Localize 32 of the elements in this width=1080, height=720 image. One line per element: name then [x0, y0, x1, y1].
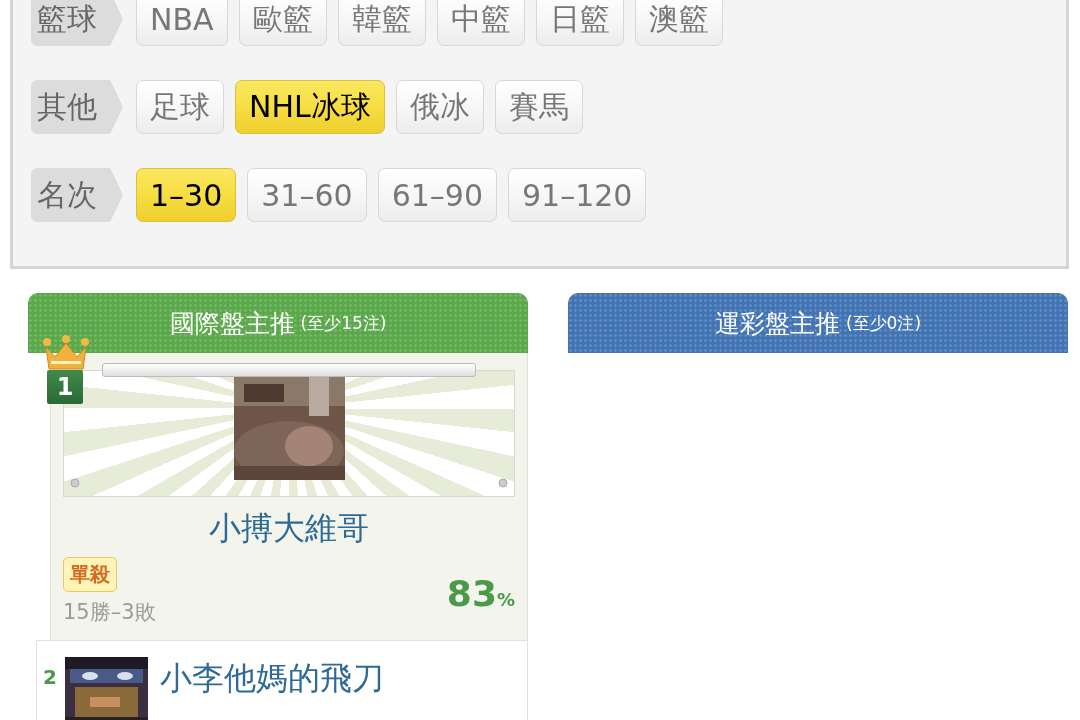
filter-option[interactable]: 韓籃	[337, 0, 426, 46]
filter-option[interactable]: 61–90	[377, 168, 497, 222]
filter-option[interactable]: 中籃	[436, 0, 525, 46]
filter-label: 其他	[31, 80, 123, 134]
pin-icon	[498, 478, 508, 488]
panel-title: 國際盤主推	[169, 307, 295, 340]
filter-option[interactable]: 歐籃	[238, 0, 327, 46]
filter-option[interactable]: NHL冰球	[235, 80, 385, 134]
filter-option[interactable]: 俄冰	[395, 80, 484, 134]
filter-option[interactable]: NBA	[136, 0, 228, 46]
panel-title: 運彩盤主推	[714, 307, 840, 340]
filter-option[interactable]: 足球	[136, 80, 224, 134]
filter-option[interactable]: 31–60	[247, 168, 367, 222]
crown-icon	[43, 335, 89, 371]
rank-number: 2	[43, 665, 57, 689]
pin-icon	[70, 478, 80, 488]
win-rate: 83	[446, 573, 497, 614]
filter-option[interactable]: 91–120	[508, 168, 647, 222]
filter-label: 籃球	[31, 0, 123, 46]
panel-note: (至少15注)	[300, 311, 387, 335]
user-name[interactable]: 小搏大維哥	[63, 507, 515, 551]
win-loss-record: 15勝–3敗	[63, 599, 156, 626]
percent-sign: %	[496, 589, 515, 610]
filter-option[interactable]: 日籃	[535, 0, 624, 46]
tag-badge: 單殺	[63, 557, 117, 592]
filter-label: 名次	[31, 168, 123, 222]
panel-note: (至少0注)	[845, 311, 922, 335]
filter-option[interactable]: 澳籃	[634, 0, 723, 46]
filter-option[interactable]: 1–30	[136, 168, 237, 222]
rank-badge: 1	[47, 370, 83, 404]
user-name[interactable]: 小李他媽的飛刀	[159, 657, 384, 701]
filter-option[interactable]: 賽馬	[494, 80, 583, 134]
